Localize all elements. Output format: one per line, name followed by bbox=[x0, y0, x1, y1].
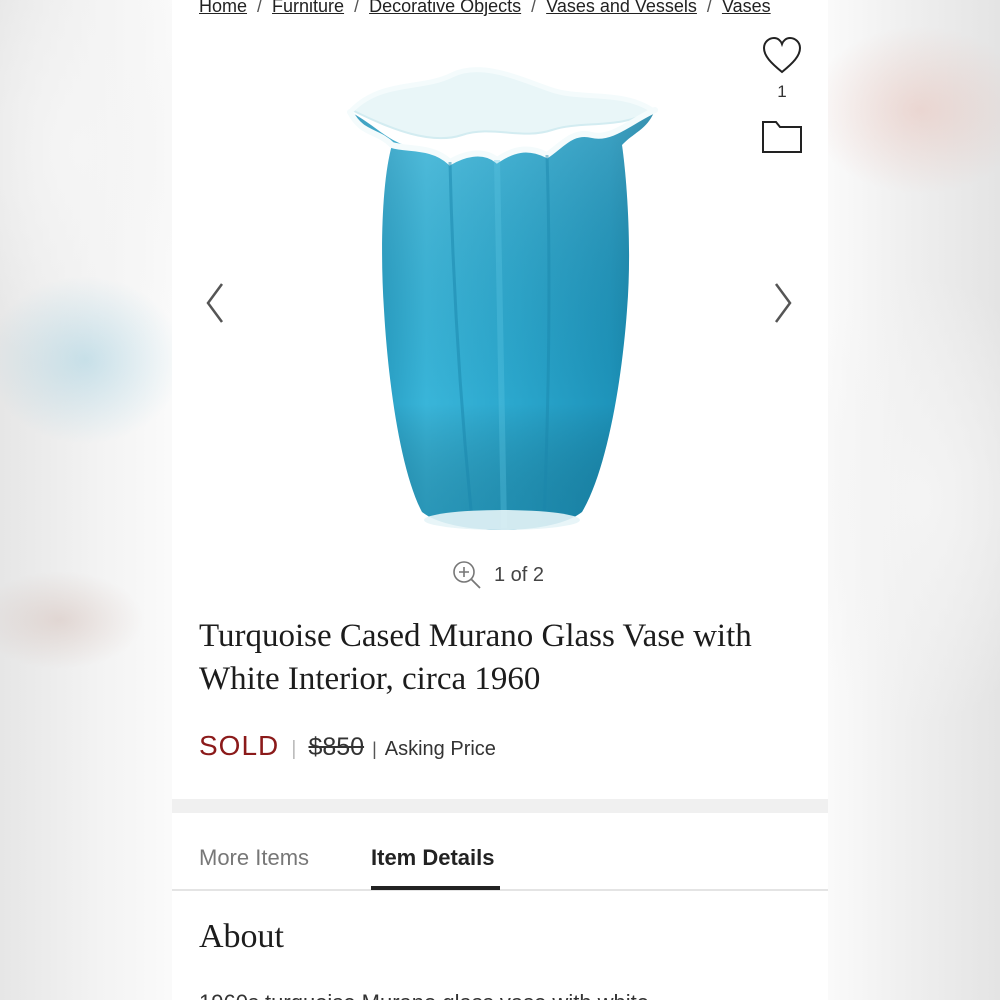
previous-image-button[interactable] bbox=[200, 278, 230, 328]
breadcrumb: Home / Furniture / Decorative Objects / … bbox=[199, 0, 771, 17]
sold-status: SOLD bbox=[199, 730, 280, 761]
breadcrumb-home[interactable]: Home bbox=[199, 0, 247, 17]
breadcrumb-vases[interactable]: Vases bbox=[722, 0, 771, 17]
product-page: Home / Furniture / Decorative Objects / … bbox=[172, 0, 828, 1000]
image-gallery bbox=[172, 30, 828, 560]
description-text: 1960s turquoise Murano glass vase with w… bbox=[199, 990, 649, 1000]
image-counter[interactable]: 1 of 2 bbox=[452, 560, 544, 590]
chevron-left-icon bbox=[206, 283, 224, 323]
breadcrumb-vases-and-vessels[interactable]: Vases and Vessels bbox=[546, 0, 697, 17]
breadcrumb-separator: / bbox=[257, 0, 263, 16]
product-image[interactable] bbox=[322, 50, 682, 540]
zoom-in-icon bbox=[453, 561, 481, 589]
breadcrumb-separator: / bbox=[531, 0, 537, 16]
price-label: Asking Price bbox=[384, 738, 496, 760]
breadcrumb-decorative-objects[interactable]: Decorative Objects bbox=[369, 0, 521, 17]
favorite-count: 1 bbox=[777, 82, 787, 101]
image-counter-label: 1 of 2 bbox=[494, 563, 545, 586]
chevron-right-icon bbox=[774, 283, 792, 323]
tab-bar: More Items Item Details bbox=[172, 813, 828, 891]
section-divider bbox=[172, 799, 828, 813]
price: $850 bbox=[308, 733, 365, 761]
about-heading: About bbox=[199, 918, 284, 955]
price-separator: | bbox=[372, 739, 377, 759]
breadcrumb-separator: / bbox=[706, 0, 712, 16]
save-to-folder-button[interactable] bbox=[761, 118, 803, 159]
tab-more-items[interactable]: More Items bbox=[199, 845, 309, 871]
price-row: SOLD | $850 | Asking Price bbox=[199, 730, 496, 762]
product-title: Turquoise Cased Murano Glass Vase with W… bbox=[199, 618, 752, 697]
breadcrumb-furniture[interactable]: Furniture bbox=[272, 0, 344, 17]
next-image-button[interactable] bbox=[768, 278, 798, 328]
price-separator: | bbox=[291, 738, 297, 760]
folder-icon bbox=[762, 121, 802, 153]
active-tab-indicator bbox=[371, 886, 500, 890]
breadcrumb-separator: / bbox=[354, 0, 360, 16]
favorite-button[interactable] bbox=[761, 35, 803, 82]
heart-icon bbox=[762, 36, 802, 74]
tab-item-details[interactable]: Item Details bbox=[371, 845, 495, 871]
